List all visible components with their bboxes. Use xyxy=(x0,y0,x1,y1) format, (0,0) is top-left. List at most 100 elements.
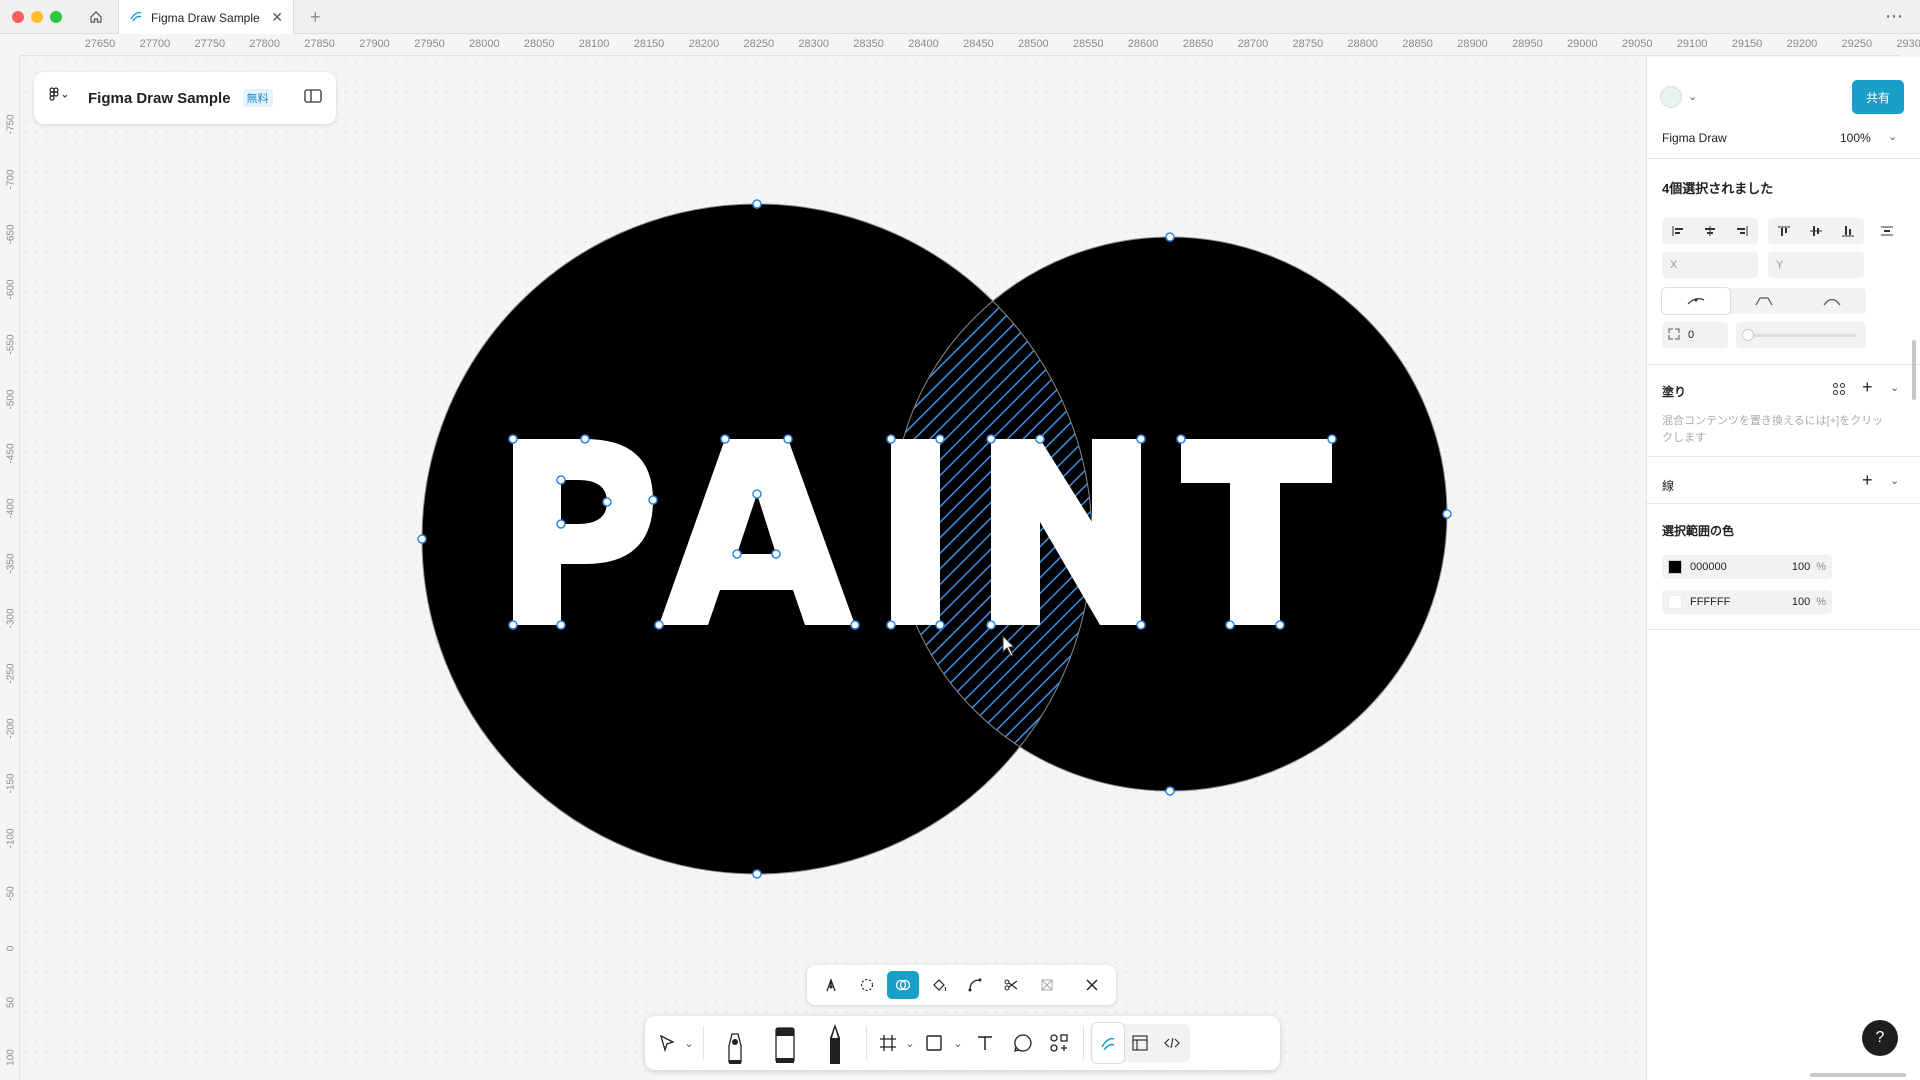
corner-radius-slider[interactable] xyxy=(1736,322,1866,348)
help-button[interactable]: ? xyxy=(1862,1020,1898,1056)
align-left-icon[interactable] xyxy=(1662,218,1694,244)
comment-tool-icon[interactable] xyxy=(1005,1023,1041,1063)
ruler-y-label: -350 xyxy=(5,553,17,574)
disabled-tool-icon[interactable] xyxy=(1031,971,1063,999)
pen-brush-icon[interactable] xyxy=(710,1023,760,1064)
close-tab-icon[interactable]: ✕ xyxy=(271,9,283,26)
color-opacity[interactable]: 100 xyxy=(1770,561,1810,573)
bend-tool-icon[interactable] xyxy=(959,971,991,999)
align-bottom-icon[interactable] xyxy=(1832,218,1864,244)
home-icon[interactable] xyxy=(84,6,108,28)
align-top-icon[interactable] xyxy=(1768,218,1800,244)
ruler-x-label: 28700 xyxy=(1237,38,1269,50)
color-swatch[interactable] xyxy=(1668,560,1682,574)
file-name[interactable]: Figma Draw Sample xyxy=(88,90,231,107)
y-field[interactable]: Y xyxy=(1768,252,1864,278)
more-menu-icon[interactable]: ⋯ xyxy=(1885,6,1904,27)
vertical-ruler: -750 -700 -650 -600 -550 -500 -450 -400 -350 -300… xyxy=(0,56,20,1080)
marker-brush-icon[interactable] xyxy=(760,1023,810,1063)
styles-grid-icon[interactable] xyxy=(1832,382,1846,401)
frame-chevron-icon[interactable]: ⌄ xyxy=(903,1023,917,1063)
ruler-y-label: -150 xyxy=(5,773,17,794)
zoom-level[interactable]: 100% xyxy=(1840,131,1871,145)
slider-knob[interactable] xyxy=(1742,329,1754,341)
color-hex[interactable]: FFFFFF xyxy=(1690,596,1770,608)
minimize-window-button[interactable] xyxy=(31,11,43,23)
color-hex[interactable]: 000000 xyxy=(1690,561,1770,573)
ruler-x-label: 28300 xyxy=(798,38,829,50)
pencil-brush-icon[interactable] xyxy=(810,1023,860,1064)
shape-builder-icon[interactable] xyxy=(887,971,919,999)
curve-mode-1-icon[interactable] xyxy=(1662,288,1730,314)
close-window-button[interactable] xyxy=(12,11,24,23)
canvas-scrollbar[interactable] xyxy=(1810,1073,1906,1077)
cut-tool-icon[interactable] xyxy=(995,971,1027,999)
ruler-x-label: 28200 xyxy=(688,38,720,50)
toggle-sidebar-icon[interactable] xyxy=(304,89,322,107)
text-tool-icon[interactable] xyxy=(965,1023,1005,1063)
color-swatch[interactable] xyxy=(1668,595,1682,609)
stroke-chevron-icon[interactable]: ⌄ xyxy=(1890,474,1899,487)
align-right-icon[interactable] xyxy=(1726,218,1758,244)
stroke-join-segmented xyxy=(1662,288,1866,314)
toolbar-divider xyxy=(866,1026,867,1060)
maximize-window-button[interactable] xyxy=(50,11,62,23)
panel-divider xyxy=(1646,503,1920,504)
ruler-x-label: 28350 xyxy=(853,38,884,50)
selection-color-row[interactable]: 000000 100 % xyxy=(1662,555,1832,579)
move-tool-icon[interactable] xyxy=(653,1023,681,1063)
opacity-unit: % xyxy=(1816,561,1826,573)
ruler-x-label: 28400 xyxy=(908,38,939,50)
rectangle-tool-icon[interactable] xyxy=(917,1023,951,1063)
curve-mode-2-icon[interactable] xyxy=(1730,288,1798,314)
file-info-card: Figma Draw Sample 無料 xyxy=(34,72,336,124)
components-icon[interactable] xyxy=(1041,1023,1077,1063)
ruler-y-label: 0 xyxy=(5,945,17,951)
avatar-menu-chevron-icon[interactable]: ⌄ xyxy=(1688,90,1697,103)
lasso-icon[interactable] xyxy=(851,971,883,999)
x-field[interactable]: X xyxy=(1662,252,1758,278)
selection-color-row[interactable]: FFFFFF 100 % xyxy=(1662,590,1832,614)
curve-mode-3-icon[interactable] xyxy=(1798,288,1866,314)
ruler-y-label: -200 xyxy=(5,718,17,739)
ruler-y-label: -50 xyxy=(5,885,17,901)
distribute-icon[interactable] xyxy=(1880,224,1894,242)
paint-bucket-icon[interactable] xyxy=(923,971,955,999)
zoom-chevron-icon[interactable]: ⌄ xyxy=(1888,130,1897,143)
horizontal-align-group xyxy=(1662,218,1758,244)
ruler-x-label: 29300 xyxy=(1896,38,1920,50)
add-stroke-icon[interactable]: + xyxy=(1862,470,1873,491)
tab-figma-draw-sample[interactable]: Figma Draw Sample ✕ xyxy=(118,0,294,35)
move-tool-chevron-icon[interactable]: ⌄ xyxy=(681,1023,697,1063)
draw-mode-icon[interactable] xyxy=(1092,1023,1124,1063)
ruler-x-label: 28150 xyxy=(633,38,665,50)
design-mode-icon[interactable] xyxy=(1124,1023,1156,1063)
align-center-icon[interactable] xyxy=(1694,218,1726,244)
pen-tool-icon[interactable] xyxy=(815,971,847,999)
selection-title: 4個選択されました xyxy=(1662,181,1774,196)
tab-title: Figma Draw Sample xyxy=(151,10,260,25)
fill-chevron-icon[interactable]: ⌄ xyxy=(1890,381,1899,394)
paint-artwork[interactable] xyxy=(400,190,1480,890)
avatar[interactable] xyxy=(1660,86,1682,108)
corner-radius-value: 0 xyxy=(1688,329,1695,341)
corner-radius-icon xyxy=(1668,328,1680,343)
ruler-y-label: -100 xyxy=(5,828,17,849)
ruler-x-label: 29000 xyxy=(1567,38,1598,50)
dev-mode-icon[interactable] xyxy=(1156,1023,1188,1063)
shape-chevron-icon[interactable]: ⌄ xyxy=(951,1023,965,1063)
panel-scrollbar[interactable] xyxy=(1912,340,1916,400)
close-icon[interactable] xyxy=(1076,971,1108,999)
align-middle-icon[interactable] xyxy=(1800,218,1832,244)
ruler-x-label: 28900 xyxy=(1457,38,1488,50)
add-fill-icon[interactable]: + xyxy=(1862,377,1873,398)
color-opacity[interactable]: 100 xyxy=(1770,596,1810,608)
corner-radius-field[interactable]: 0 xyxy=(1662,322,1728,348)
toolbar-divider xyxy=(1083,1026,1084,1060)
new-tab-button[interactable]: + xyxy=(310,7,321,28)
share-button[interactable]: 共有 xyxy=(1852,80,1904,114)
figma-menu-icon[interactable] xyxy=(48,87,70,109)
frame-tool-icon[interactable] xyxy=(873,1023,903,1063)
main-toolbar: ⌄ ⌄ ⌄ xyxy=(645,1016,1280,1070)
ruler-x-label: 28800 xyxy=(1347,38,1378,50)
